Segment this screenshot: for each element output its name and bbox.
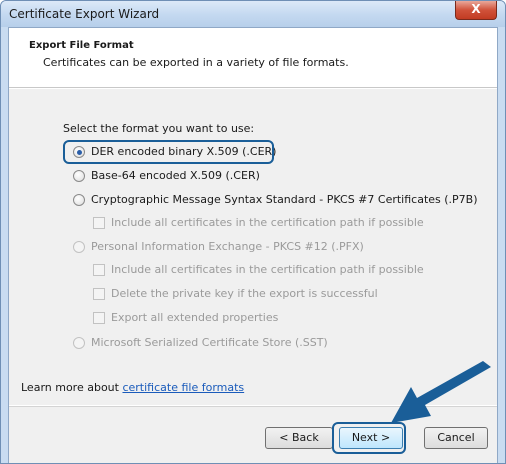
option-sst[interactable]: Microsoft Serialized Certificate Store (… — [73, 336, 328, 349]
option-base64[interactable]: Base-64 encoded X.509 (.CER) — [73, 169, 260, 182]
wizard-header: Export File Format Certificates can be e… — [9, 28, 497, 88]
checkbox-pfx-include-all[interactable]: Include all certificates in the certific… — [93, 263, 424, 276]
title-bar[interactable]: Certificate Export Wizard X — [1, 1, 505, 27]
option-pkcs7[interactable]: Cryptographic Message Syntax Standard - … — [73, 193, 478, 206]
checkbox-export-extended-properties[interactable]: Export all extended properties — [93, 311, 278, 324]
option-pkcs7-label: Cryptographic Message Syntax Standard - … — [91, 193, 478, 206]
certificate-file-formats-link[interactable]: certificate file formats — [122, 381, 244, 394]
checkbox-delete-private-key[interactable]: Delete the private key if the export is … — [93, 287, 378, 300]
window-title: Certificate Export Wizard — [9, 7, 160, 21]
page-title: Export File Format — [29, 40, 134, 51]
format-prompt: Select the format you want to use: — [63, 122, 255, 135]
radio-sst[interactable] — [73, 336, 85, 349]
checkbox-label: Include all certificates in the certific… — [111, 216, 424, 229]
checkbox-label: Include all certificates in the certific… — [111, 263, 424, 276]
checkbox-box[interactable] — [93, 216, 105, 229]
radio-pfx[interactable] — [73, 240, 85, 253]
checkbox-label: Export all extended properties — [111, 311, 279, 324]
learn-more-prefix: Learn more about — [21, 381, 123, 394]
checkbox-box[interactable] — [93, 287, 105, 300]
checkbox-pkcs7-include-all[interactable]: Include all certificates in the certific… — [93, 216, 424, 229]
checkbox-box[interactable] — [93, 311, 105, 324]
certificate-export-wizard-window: Certificate Export Wizard X Export File … — [0, 0, 506, 464]
close-button[interactable]: X — [455, 1, 497, 20]
option-pfx-label: Personal Information Exchange - PKCS #12… — [91, 240, 364, 253]
selected-option-highlight — [63, 140, 274, 164]
checkbox-label: Delete the private key if the export is … — [111, 287, 378, 300]
radio-pkcs7[interactable] — [73, 193, 85, 206]
checkbox-box[interactable] — [93, 263, 105, 276]
learn-more: Learn more about certificate file format… — [21, 381, 244, 394]
wizard-body: Select the format you want to use: DER e… — [9, 89, 497, 405]
option-base64-label: Base-64 encoded X.509 (.CER) — [91, 169, 260, 182]
cancel-button[interactable]: Cancel — [424, 427, 488, 449]
page-description: Certificates can be exported in a variet… — [43, 56, 349, 69]
radio-base64[interactable] — [73, 169, 85, 182]
pointer-arrow-icon — [391, 361, 491, 423]
back-button[interactable]: < Back — [265, 427, 333, 449]
close-icon: X — [471, 2, 481, 16]
option-sst-label: Microsoft Serialized Certificate Store (… — [91, 336, 328, 349]
option-pfx[interactable]: Personal Information Exchange - PKCS #12… — [73, 240, 364, 253]
